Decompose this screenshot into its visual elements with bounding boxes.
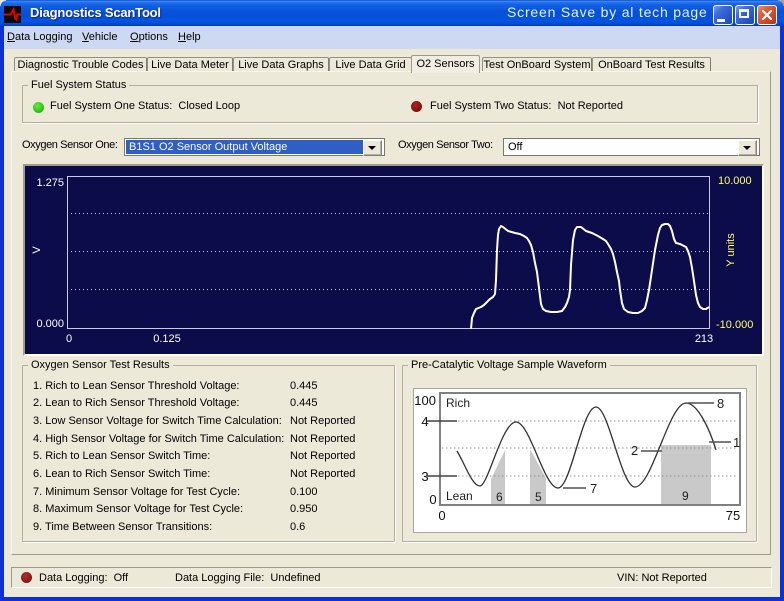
svg-text:7: 7 bbox=[590, 481, 597, 496]
svg-text:3: 3 bbox=[421, 469, 428, 484]
svg-text:1: 1 bbox=[733, 435, 740, 450]
svg-text:V: V bbox=[31, 246, 43, 254]
svg-text:4: 4 bbox=[421, 414, 428, 429]
svg-text:10.000: 10.000 bbox=[718, 175, 752, 187]
svg-text:1.275: 1.275 bbox=[36, 177, 64, 189]
svg-text:-10.000: -10.000 bbox=[716, 319, 753, 331]
svg-text:0: 0 bbox=[66, 333, 72, 345]
svg-text:8: 8 bbox=[717, 396, 724, 411]
svg-text:5: 5 bbox=[535, 490, 542, 504]
svg-text:2: 2 bbox=[631, 443, 638, 458]
svg-text:9: 9 bbox=[682, 489, 689, 503]
svg-text:0: 0 bbox=[429, 492, 436, 507]
svg-text:6: 6 bbox=[496, 490, 503, 504]
svg-text:Y units: Y units bbox=[725, 233, 737, 267]
svg-text:75: 75 bbox=[726, 508, 740, 523]
svg-text:0: 0 bbox=[438, 508, 445, 523]
svg-text:0.000: 0.000 bbox=[36, 318, 64, 330]
svg-text:0.125: 0.125 bbox=[153, 333, 181, 345]
svg-text:Rich: Rich bbox=[446, 396, 470, 410]
svg-text:100: 100 bbox=[414, 393, 436, 408]
svg-text:213: 213 bbox=[695, 333, 713, 345]
svg-text:Lean: Lean bbox=[446, 489, 473, 503]
